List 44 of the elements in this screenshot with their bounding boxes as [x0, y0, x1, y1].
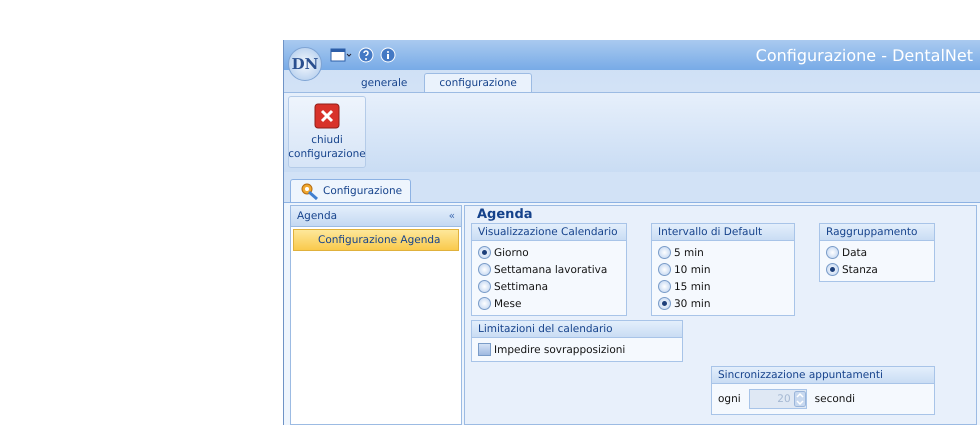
document-tab[interactable]: Configurazione [290, 179, 412, 202]
radio-button[interactable] [658, 280, 671, 293]
field-label: ogni [718, 393, 741, 405]
app-logo[interactable]: DN [288, 47, 322, 81]
radio-option[interactable]: Data [826, 246, 928, 259]
radio-option[interactable]: Giorno [478, 246, 620, 259]
close-icon [314, 103, 340, 129]
radio-button[interactable] [478, 246, 491, 259]
radio-option[interactable]: Settamana lavorativa [478, 263, 620, 276]
ribbon-tab[interactable]: generale [346, 73, 422, 92]
close-configuration-button[interactable]: chiudi configurazione [288, 96, 366, 168]
radio-option[interactable]: 15 min [658, 280, 788, 293]
group-title: Limitazioni del calendario [472, 321, 682, 338]
info-icon[interactable] [380, 47, 396, 63]
radio-option[interactable]: Mese [478, 297, 620, 310]
radio-button[interactable] [826, 246, 839, 259]
radio-button[interactable] [478, 263, 491, 276]
radio-button[interactable] [658, 297, 671, 310]
radio-button[interactable] [826, 263, 839, 276]
collapse-button[interactable]: « [448, 210, 455, 222]
radio-option[interactable]: 30 min [658, 297, 788, 310]
window-icon[interactable] [330, 47, 352, 63]
field-unit: secondi [814, 393, 856, 405]
checkbox-option[interactable]: Impedire sovrapposizioni [478, 343, 676, 356]
radio-option[interactable]: 5 min [658, 246, 788, 259]
sidebar-header: Agenda [297, 210, 338, 222]
checkbox[interactable] [478, 343, 491, 356]
radio-button[interactable] [478, 280, 491, 293]
group-title: Sincronizzazione appuntamenti [712, 367, 934, 384]
group-title: Raggruppamento [820, 224, 934, 241]
radio-option[interactable]: 10 min [658, 263, 788, 276]
radio-button[interactable] [478, 297, 491, 310]
help-icon[interactable] [358, 47, 374, 63]
group-title: Visualizzazione Calendario [472, 224, 626, 241]
ribbon-tab[interactable]: configurazione [424, 73, 532, 92]
radio-button[interactable] [658, 263, 671, 276]
radio-option[interactable]: Stanza [826, 263, 928, 276]
radio-button[interactable] [658, 246, 671, 259]
window-title: Configurazione - DentalNet [756, 46, 973, 64]
section-title: Agenda [476, 206, 534, 223]
sidebar-item[interactable]: Configurazione Agenda [293, 229, 459, 251]
group-title: Intervallo di Default [652, 224, 794, 241]
spin-arrows-icon [794, 391, 806, 407]
radio-option[interactable]: Settimana [478, 280, 620, 293]
